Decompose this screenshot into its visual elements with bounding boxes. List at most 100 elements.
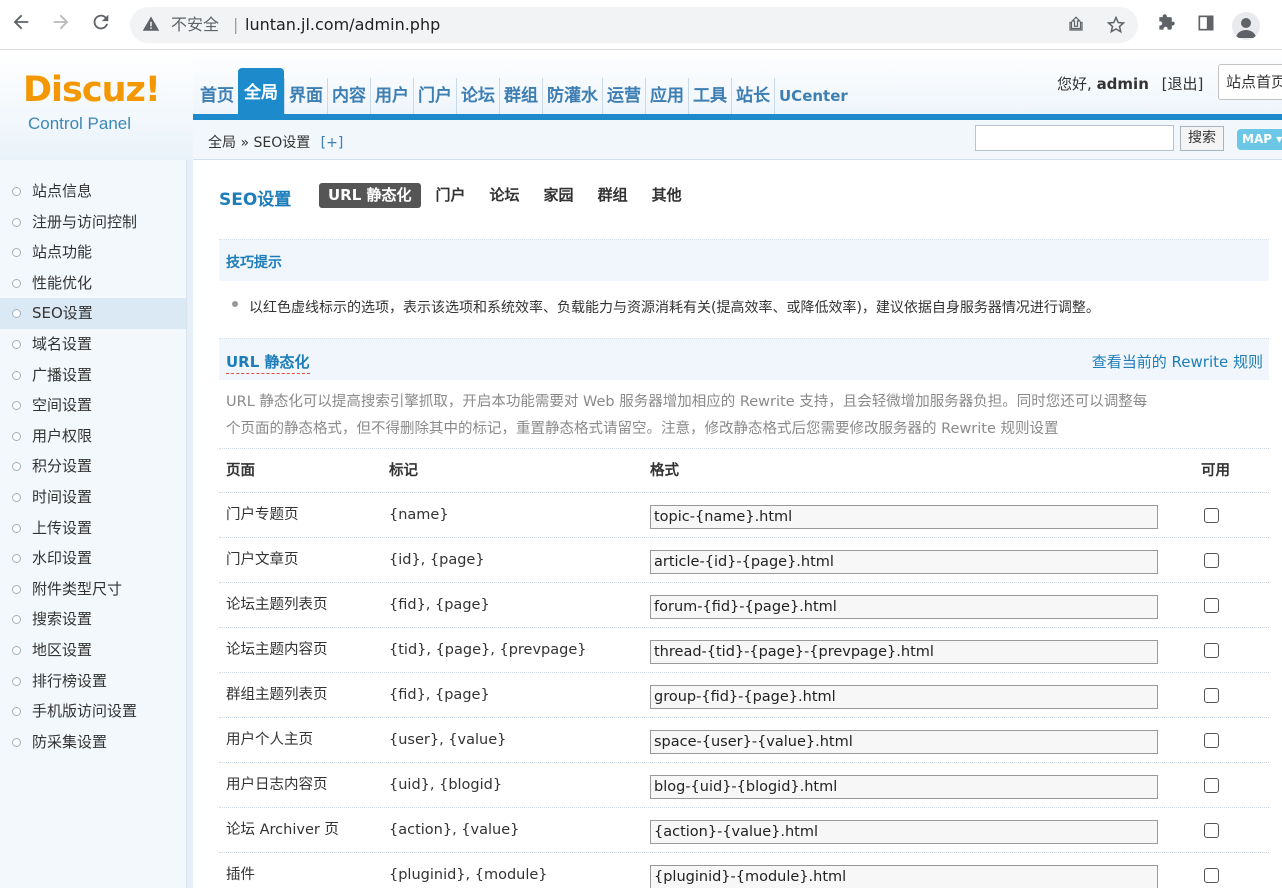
format-input[interactable] (650, 775, 1158, 799)
sidebar-item-attachment-types[interactable]: 附件类型尺寸 (0, 574, 186, 605)
share-icon[interactable] (1065, 15, 1087, 37)
warning-icon[interactable] (142, 15, 162, 35)
sidebar-item-search[interactable]: 搜索设置 (0, 604, 186, 635)
greeting-text: 您好, (1057, 75, 1092, 93)
enabled-checkbox[interactable] (1204, 868, 1219, 883)
rewrite-table: 页面 标记 格式 可用 门户专题页 {name} 门户文章页 {id}, {pa… (219, 448, 1269, 888)
sidebar-item-anti-scrape[interactable]: 防采集设置 (0, 727, 186, 758)
enabled-checkbox[interactable] (1204, 778, 1219, 793)
nav-interface[interactable]: 界面 (284, 78, 327, 114)
insecure-label: 不安全 (171, 15, 220, 34)
row-page: 用户个人主页 (226, 732, 313, 748)
enabled-checkbox[interactable] (1204, 688, 1219, 703)
tab-other[interactable]: 其他 (643, 183, 691, 208)
nav-home[interactable]: 首页 (196, 78, 238, 114)
row-mark: {uid}, {blogid} (389, 777, 503, 793)
tip-bullet-icon (232, 301, 238, 307)
tab-groups[interactable]: 群组 (589, 183, 637, 208)
add-shortcut-link[interactable]: [+] (321, 135, 344, 151)
row-page: 门户文章页 (226, 552, 299, 568)
nav-global[interactable]: 全局 (238, 68, 284, 114)
search-input[interactable] (975, 125, 1174, 151)
nav-portal[interactable]: 门户 (413, 78, 456, 114)
sidebar-item-space[interactable]: 空间设置 (0, 390, 186, 421)
sidebar-item-upload[interactable]: 上传设置 (0, 513, 186, 544)
section-title: URL 静态化 (226, 351, 310, 374)
format-input[interactable] (650, 820, 1158, 844)
table-row: 门户专题页 {name} (219, 493, 1269, 538)
sidebar-item-site-info[interactable]: 站点信息 (0, 176, 186, 207)
nav-ucenter[interactable]: UCenter (774, 78, 852, 114)
section-header: URL 静态化 查看当前的 Rewrite 规则 (219, 338, 1269, 380)
sidebar-item-broadcast[interactable]: 广播设置 (0, 360, 186, 391)
sidebar-item-permissions[interactable]: 用户权限 (0, 421, 186, 452)
header-format: 格式 (650, 463, 679, 479)
format-input[interactable] (650, 730, 1158, 754)
enabled-checkbox[interactable] (1204, 823, 1219, 838)
logo-subtitle: Control Panel (28, 114, 132, 133)
browser-toolbar: 不安全 | luntan.jl.com/admin.php (0, 0, 1282, 50)
tab-portal[interactable]: 门户 (427, 183, 475, 208)
sidepanel-icon[interactable] (1194, 13, 1218, 37)
tab-url-rewrite[interactable]: URL 静态化 (319, 183, 421, 208)
nav-operations[interactable]: 运营 (602, 78, 645, 114)
section-description-line2: 个页面的静态格式，但不得删除其中的标记，重置静态格式请留空。注意，修改静态格式后… (226, 421, 1059, 437)
nav-users[interactable]: 用户 (370, 78, 413, 114)
nav-webmaster[interactable]: 站长 (731, 78, 774, 114)
tab-forum[interactable]: 论坛 (481, 183, 529, 208)
header-enabled: 可用 (1201, 463, 1230, 479)
sidebar-item-region[interactable]: 地区设置 (0, 635, 186, 666)
tip-text: 以红色虚线标示的选项，表示该选项和系统效率、负载能力与资源消耗有关(提高效率、或… (249, 300, 1100, 316)
format-input[interactable] (650, 685, 1158, 709)
nav-antispam[interactable]: 防灌水 (542, 78, 602, 114)
username: admin (1096, 75, 1149, 93)
format-input[interactable] (650, 865, 1158, 888)
row-mark: {id}, {page} (389, 552, 485, 568)
sidebar-item-domain[interactable]: 域名设置 (0, 329, 186, 360)
nav-content[interactable]: 内容 (327, 78, 370, 114)
url-text[interactable]: luntan.jl.com/admin.php (245, 15, 440, 35)
star-icon[interactable] (1105, 15, 1127, 37)
enabled-checkbox[interactable] (1204, 598, 1219, 613)
format-input[interactable] (650, 550, 1158, 574)
address-bar[interactable]: 不安全 | luntan.jl.com/admin.php (130, 7, 1138, 43)
format-input[interactable] (650, 595, 1158, 619)
forward-arrow-icon[interactable] (48, 11, 74, 37)
sidebar: 站点信息 注册与访问控制 站点功能 性能优化 SEO设置 域名设置 广播设置 空… (0, 160, 186, 888)
profile-icon[interactable] (1232, 12, 1260, 40)
sidebar-item-watermark[interactable]: 水印设置 (0, 543, 186, 574)
sidebar-item-site-features[interactable]: 站点功能 (0, 237, 186, 268)
format-input[interactable] (650, 505, 1158, 529)
breadcrumb-text: 全局 » SEO设置 (208, 135, 311, 151)
puzzle-icon[interactable] (1154, 13, 1178, 37)
logo-brand: Discuz! (23, 70, 161, 110)
enabled-checkbox[interactable] (1204, 508, 1219, 523)
logo[interactable]: Discuz! Control Panel (0, 50, 193, 160)
sidebar-item-time[interactable]: 时间设置 (0, 482, 186, 513)
back-arrow-icon[interactable] (8, 11, 34, 37)
row-page: 门户专题页 (226, 507, 299, 523)
logout-link[interactable]: [退出] (1162, 75, 1204, 93)
sidebar-divider (186, 160, 193, 888)
nav-tools[interactable]: 工具 (688, 78, 731, 114)
tab-home[interactable]: 家园 (535, 183, 583, 208)
format-input[interactable] (650, 640, 1158, 664)
sidebar-item-seo[interactable]: SEO设置 (0, 298, 186, 329)
search-button[interactable]: 搜索 (1180, 126, 1224, 151)
enabled-checkbox[interactable] (1204, 553, 1219, 568)
sidebar-item-register-access[interactable]: 注册与访问控制 (0, 207, 186, 238)
reload-icon[interactable] (88, 11, 114, 37)
sidebar-item-performance[interactable]: 性能优化 (0, 268, 186, 299)
sidebar-item-ranking[interactable]: 排行榜设置 (0, 666, 186, 697)
nav-groups[interactable]: 群组 (499, 78, 542, 114)
row-page: 论坛 Archiver 页 (226, 822, 339, 838)
map-button[interactable]: MAP ▾ (1237, 129, 1282, 150)
sidebar-item-credits[interactable]: 积分设置 (0, 451, 186, 482)
nav-apps[interactable]: 应用 (645, 78, 688, 114)
nav-forum[interactable]: 论坛 (456, 78, 499, 114)
enabled-checkbox[interactable] (1204, 643, 1219, 658)
sidebar-item-mobile[interactable]: 手机版访问设置 (0, 696, 186, 727)
view-rewrite-rules-link[interactable]: 查看当前的 Rewrite 规则 (1092, 351, 1263, 372)
site-home-select[interactable]: 站点首页 (1218, 64, 1282, 100)
enabled-checkbox[interactable] (1204, 733, 1219, 748)
